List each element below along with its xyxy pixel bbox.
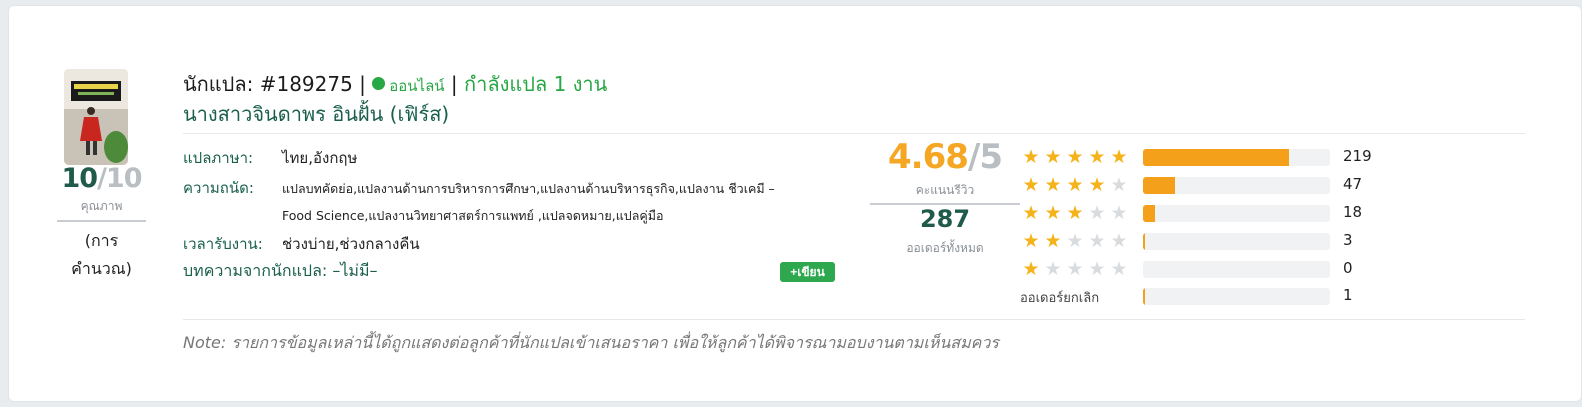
- star-icon: ★: [1066, 258, 1084, 280]
- translator-avatar[interactable]: [64, 69, 128, 165]
- rating-row-4-star: ★ ★ ★ ★ ★ 47: [1020, 173, 1420, 197]
- rating-bar-fill: [1143, 177, 1175, 194]
- rating-row-3-star: ★ ★ ★ ★ ★ 18: [1020, 201, 1420, 225]
- divider: [183, 319, 1525, 320]
- rating-row-5-star: ★ ★ ★ ★ ★ 219: [1020, 145, 1420, 169]
- rating-score: 4.68/5: [888, 137, 1003, 177]
- rating-count: 3: [1343, 231, 1353, 249]
- star-icon: ★: [1044, 146, 1062, 168]
- rating-bar: [1143, 205, 1330, 222]
- star-icon: ★: [1088, 174, 1106, 196]
- star-icon: ★: [1022, 174, 1040, 196]
- star-icon: ★: [1088, 230, 1106, 252]
- rating-count: 219: [1343, 147, 1372, 165]
- star-icon: ★: [1088, 202, 1106, 224]
- star-icon: ★: [1066, 230, 1084, 252]
- rating-row-1-star: ★ ★ ★ ★ ★ 0: [1020, 257, 1420, 281]
- rating-bar: [1143, 149, 1330, 166]
- star-icon: ★: [1044, 202, 1062, 224]
- rating-bar-fill: [1143, 149, 1289, 166]
- star-icon: ★: [1022, 202, 1040, 224]
- rating-count: 47: [1343, 175, 1363, 193]
- divider: [183, 133, 1525, 134]
- star-icon: ★: [1044, 174, 1062, 196]
- star-icon: ★: [1110, 202, 1128, 224]
- online-status-icon: [372, 77, 386, 90]
- star-icon: ★: [1022, 230, 1040, 252]
- rating-summary: 4.68/5 คะแนนรีวิว 287 ออเดอร์ทั้งหมด: [870, 137, 1020, 258]
- star-rating-icons: ★ ★ ★ ★ ★: [1020, 229, 1130, 253]
- rating-row-2-star: ★ ★ ★ ★ ★ 3: [1020, 229, 1420, 253]
- rating-count: 18: [1343, 203, 1363, 221]
- star-icon: ★: [1110, 174, 1128, 196]
- skills-row: ความถนัด: แปลบทคัดย่อ,แปลงานด้านการบริหาร…: [183, 179, 775, 197]
- disclaimer-note: Note: รายการข้อมูลเหล่านี้ได้ถูกแสดงต่อล…: [183, 333, 999, 352]
- star-rating-icons: ★ ★ ★ ★ ★: [1020, 145, 1130, 169]
- star-icon: ★: [1044, 230, 1062, 252]
- rating-count: 0: [1343, 259, 1353, 277]
- cancelled-count: 1: [1343, 286, 1353, 304]
- rating-bar-fill: [1143, 205, 1156, 222]
- translator-article: บทความจากนักแปล: –ไม่มี–: [183, 261, 378, 280]
- quality-box: 10/10 คุณภาพ (การ คำนวณ): [57, 163, 146, 283]
- quality-note: (การ คำนวณ): [71, 231, 132, 278]
- star-rating-icons: ★ ★ ★ ★ ★: [1020, 257, 1130, 281]
- header-separator: |: [450, 72, 458, 96]
- rating-label: คะแนนรีวิว: [870, 181, 1020, 205]
- rating-bar-fill: [1143, 233, 1146, 250]
- write-article-button[interactable]: +เขียน: [780, 262, 835, 282]
- star-icon: ★: [1066, 202, 1084, 224]
- orders-label: ออเดอร์ทั้งหมด: [906, 241, 984, 255]
- time-value: ช่วงบ่าย,ช่วงกลางคืน: [282, 235, 420, 253]
- languages-value: ไทย,อังกฤษ: [282, 149, 358, 167]
- time-row: เวลารับงาน: ช่วงบ่าย,ช่วงกลางคืน: [183, 235, 420, 253]
- languages-row: แปลภาษา: ไทย,อังกฤษ: [183, 149, 358, 167]
- cancelled-bar-fill: [1143, 288, 1145, 305]
- working-status: กำลังแปล 1 งาน: [464, 72, 608, 96]
- skills-value-2: Food Science,แปลงานวิทยาศาสตร์การแพทย์ ,…: [282, 208, 664, 223]
- star-icon: ★: [1022, 146, 1040, 168]
- star-rating-icons: ★ ★ ★ ★ ★: [1020, 201, 1130, 225]
- star-icon: ★: [1088, 146, 1106, 168]
- translator-id: นักแปล: #189275 |: [183, 72, 366, 96]
- star-icon: ★: [1066, 174, 1084, 196]
- star-icon: ★: [1110, 146, 1128, 168]
- star-icon: ★: [1110, 230, 1128, 252]
- translator-header: นักแปล: #189275 | ออนไลน์ | กำลังแปล 1 ง…: [183, 68, 607, 100]
- orders-count: 287: [919, 205, 971, 233]
- quality-label: คุณภาพ: [57, 197, 146, 222]
- rating-bar: [1143, 261, 1330, 278]
- rating-bar: [1143, 233, 1330, 250]
- quality-score: 10/10: [61, 163, 142, 194]
- online-status: ออนไลน์: [389, 77, 445, 95]
- skills-value: แปลบทคัดย่อ,แปลงานด้านการบริหารการศึกษา,…: [282, 181, 775, 196]
- cancelled-orders-row: ออเดอร์ยกเลิก 1: [1020, 284, 1420, 308]
- star-icon: ★: [1044, 258, 1062, 280]
- translator-name: นางสาวจินดาพร อินฝั้น (เฟิร์ส): [183, 102, 450, 126]
- cancelled-orders-label: ออเดอร์ยกเลิก: [1020, 291, 1100, 306]
- skills-row-2: Food Science,แปลงานวิทยาศาสตร์การแพทย์ ,…: [183, 206, 663, 226]
- star-rating-icons: ★ ★ ★ ★ ★: [1020, 173, 1130, 197]
- star-icon: ★: [1022, 258, 1040, 280]
- cancelled-bar: [1143, 288, 1330, 305]
- rating-bar: [1143, 177, 1330, 194]
- star-icon: ★: [1110, 258, 1128, 280]
- star-icon: ★: [1066, 146, 1084, 168]
- star-icon: ★: [1088, 258, 1106, 280]
